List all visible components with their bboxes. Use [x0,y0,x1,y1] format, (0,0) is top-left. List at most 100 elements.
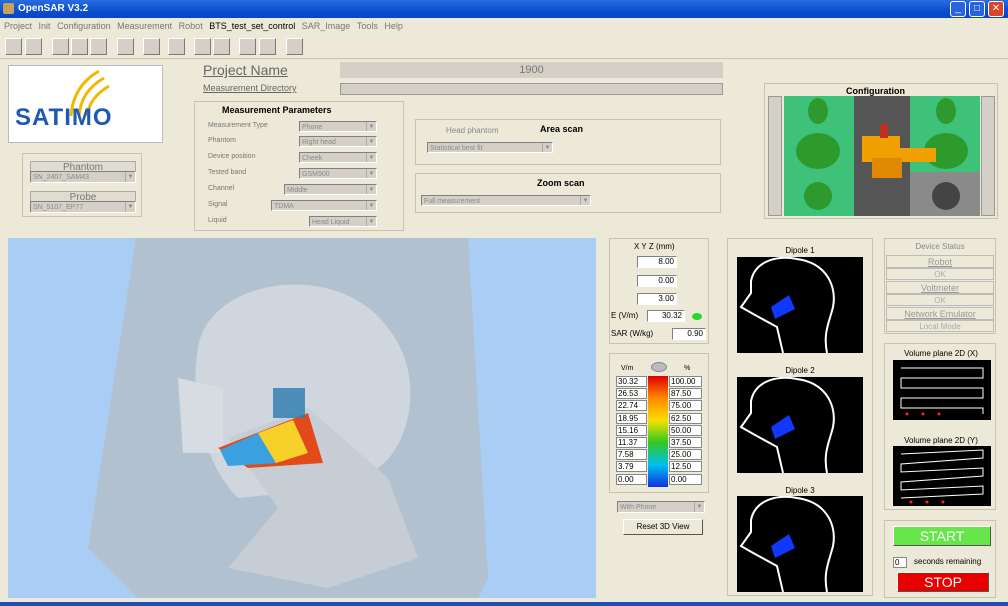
param-value: Right head [302,139,336,146]
toolbar-button[interactable] [286,38,303,55]
zoom-scan-title: Zoom scan [537,178,585,188]
toolbar-button[interactable] [71,38,88,55]
param-label: Measurement Type [208,122,268,129]
scale-percent-value: 50.00 [669,424,702,436]
chevron-down-icon: ▼ [366,137,376,146]
measurement-directory-label: Measurement Directory [203,83,297,93]
param-select[interactable]: Head Liquid ▼ [309,216,377,227]
x-coordinate-field: 8.00 [637,256,677,268]
device-status-state: OK [886,294,994,306]
param-select[interactable]: Right head ▼ [299,136,377,147]
param-value: Cheek [302,155,323,162]
xyz-title: X Y Z (mm) [634,242,675,251]
start-button[interactable]: START [893,526,991,546]
device-status-name: Network Emulator [886,307,994,320]
minimize-button[interactable]: _ [950,1,966,17]
menu-bts-test-set-control[interactable]: BTS_test_set_control [209,21,295,31]
param-select[interactable]: GSM900 ▼ [299,168,377,179]
menu-measurement[interactable]: Measurement [117,21,172,31]
toolbar-button[interactable] [117,38,134,55]
param-label: Phantom [208,137,237,144]
toolbar [0,35,1008,59]
toolbar-button[interactable] [143,38,160,55]
menu-sar-image[interactable]: SAR_Image [302,21,351,31]
view-mode-select[interactable]: With Phone ▼ [617,501,705,513]
scale-percent-value: 37.50 [669,437,702,448]
volume-plane-x-title: Volume plane 2D (X) [904,349,978,358]
param-select[interactable]: TDMA ▼ [271,200,377,211]
e-field-value: 30.32 [647,310,685,322]
config-scrollbar-right[interactable] [981,96,995,216]
device-status-title: Device Status [915,242,965,251]
param-select[interactable]: Phone ▼ [299,121,377,132]
param-label: Signal [208,201,228,208]
toolbar-button[interactable] [25,38,42,55]
reset-3d-view-button[interactable]: Reset 3D View [623,519,703,535]
toolbar-button[interactable] [52,38,69,55]
dipole-title: Dipole 1 [785,246,815,255]
maximize-button[interactable]: □ [969,1,985,17]
scale-percent-value: 100.00 [669,376,702,387]
chevron-down-icon: ▼ [366,185,376,194]
param-value: Middle [287,187,308,194]
scale-vm-value: 7.58 [616,449,647,461]
dipole-head-plot [737,257,863,353]
scale-vm-value: 0.00 [616,473,647,485]
close-button[interactable]: ✕ [988,1,1004,17]
3d-head-view[interactable] [8,238,596,598]
configuration-title: Configuration [846,86,905,96]
scale-percent-value: 0.00 [669,473,702,485]
device-status-name: Robot [886,255,994,268]
toolbar-button[interactable] [90,38,107,55]
scale-vm-value: 18.95 [616,412,647,424]
volume-plane-x-view [893,360,991,420]
chevron-down-icon: ▼ [580,196,590,205]
chevron-down-icon: ▼ [125,172,135,182]
menu-init[interactable]: Init [39,21,51,31]
dipole-title: Dipole 3 [785,486,815,495]
toolbar-button[interactable] [239,38,256,55]
bottom-bar [0,602,1008,606]
param-label: Channel [208,185,235,192]
measurement-parameters-title: Measurement Parameters [222,105,332,115]
device-status-state: Local Mode [886,320,994,332]
area-scan-select[interactable]: Statistical best fit ▼ [427,142,553,153]
measurement-directory-field[interactable] [340,83,723,95]
param-select[interactable]: Middle ▼ [284,184,377,195]
scale-vm-value: 26.53 [616,388,647,400]
toolbar-button[interactable] [194,38,211,55]
head-phantom-label: Head phantom [446,126,499,135]
toolbar-button[interactable] [5,38,22,55]
config-scrollbar-left[interactable] [768,96,782,216]
chevron-down-icon: ▼ [542,143,552,152]
toolbar-button[interactable] [168,38,185,55]
menu-project[interactable]: Project [4,21,32,31]
menu-help[interactable]: Help [384,21,403,31]
param-select[interactable]: Cheek ▼ [299,152,377,163]
sar-label: SAR (W/kg) [611,329,654,338]
vm-unit-label: V/m [621,365,634,372]
dipole-title: Dipole 2 [785,366,815,375]
menu-configuration[interactable]: Configuration [57,21,111,31]
phantom-select[interactable]: SN_2407_SAM43 ▼ [30,171,136,183]
project-name-field[interactable]: 1900 [340,62,723,78]
toolbar-button[interactable] [213,38,230,55]
param-value: GSM900 [302,171,330,178]
stop-button[interactable]: STOP [897,572,989,592]
scale-vm-value: 22.74 [616,400,647,412]
menu-robot[interactable]: Robot [179,21,203,31]
toolbar-button[interactable] [259,38,276,55]
z-coordinate-field: 3.00 [637,293,677,305]
probe-select[interactable]: SN_5107_EP77 ▼ [30,201,136,213]
param-label: Device position [208,153,256,160]
chevron-down-icon: ▼ [366,201,376,210]
logo-text: SATIMO [15,104,113,131]
seconds-field: 0 [893,557,907,568]
zoom-scan-select[interactable]: Full measurement ▼ [421,195,591,206]
app-icon [3,3,14,14]
param-label: Tested band [208,169,247,176]
menu-tools[interactable]: Tools [357,21,378,31]
status-led-icon [692,313,702,320]
color-gradient-bar [648,376,668,487]
window-title-bar: OpenSAR V3.2 [0,0,1008,18]
